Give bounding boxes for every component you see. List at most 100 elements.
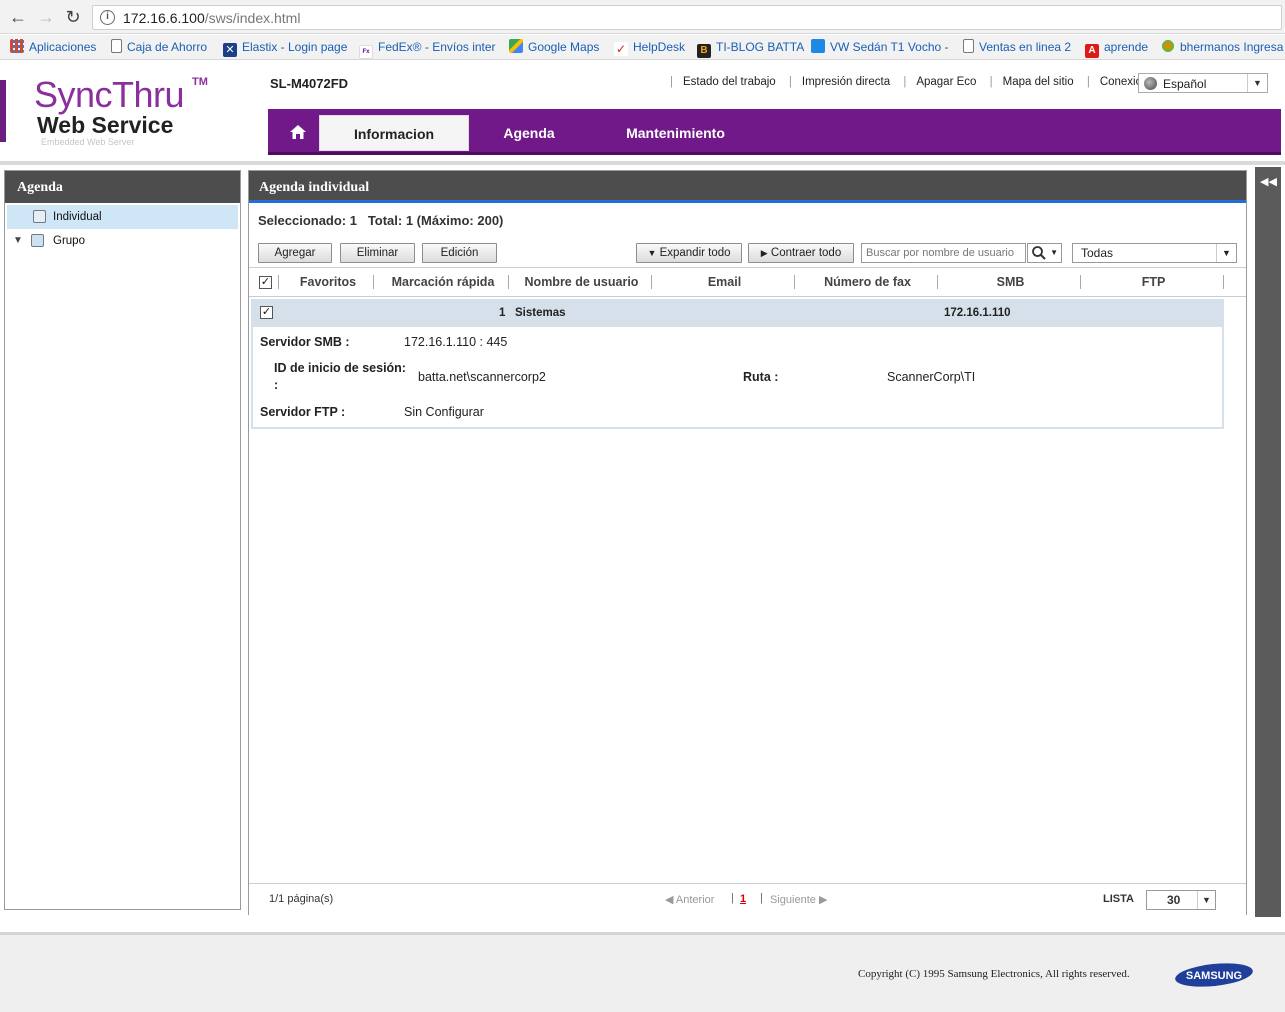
- col-ftp[interactable]: FTP: [1086, 268, 1221, 296]
- elastix-icon: ✕: [223, 43, 237, 57]
- next-page-link[interactable]: Siguiente ▶: [770, 893, 827, 906]
- row-checkbox[interactable]: ✓: [260, 306, 273, 319]
- row-detail: Servidor SMB : 172.16.1.110 : 445 ID de …: [251, 327, 1224, 429]
- tab-mantenimiento[interactable]: Mantenimiento: [608, 115, 743, 151]
- search-button[interactable]: ▼: [1027, 243, 1062, 263]
- chevron-down-icon: ▼: [1197, 891, 1215, 909]
- link-impresion-directa[interactable]: Impresión directa: [802, 76, 890, 88]
- chevron-right-icon: ▶: [818, 894, 828, 906]
- logo-accent-bar: [0, 80, 6, 142]
- bookmark-fedex[interactable]: Fx FedEx® - Envíos inter: [359, 39, 496, 59]
- selection-summary: Seleccionado: 1 Total: 1 (Máximo: 200): [258, 213, 504, 228]
- select-all-checkbox[interactable]: ✓: [259, 276, 272, 289]
- page-footer: Copyright (C) 1995 Samsung Electronics, …: [0, 932, 1285, 1012]
- search-icon: [1032, 246, 1046, 260]
- phone-book-icon: [33, 210, 46, 223]
- helpdesk-icon: ✓: [614, 42, 628, 56]
- path-label: Ruta :: [743, 370, 779, 384]
- url-text: 172.16.6.100/sws/index.html: [123, 10, 301, 26]
- reload-icon[interactable]: ↻: [63, 7, 83, 27]
- filter-select[interactable]: Todas ▼: [1072, 243, 1237, 263]
- col-marcacion-rapida[interactable]: Marcación rápida: [379, 268, 507, 296]
- col-nombre-usuario[interactable]: Nombre de usuario: [514, 268, 649, 296]
- logo-embedded: Embedded Web Server: [41, 137, 135, 147]
- main-tabs: Informacion Agenda Mantenimiento: [268, 109, 1281, 155]
- logo-syncthru: SyncThru: [34, 74, 185, 115]
- login-id-label-colon: :: [274, 378, 279, 392]
- info-icon[interactable]: i: [100, 10, 115, 25]
- smb-server-value: 172.16.1.110 : 445: [404, 335, 508, 349]
- fedex-icon: Fx: [359, 45, 373, 59]
- bookmark-ventas[interactable]: Ventas en linea 2: [963, 39, 1071, 56]
- triangle-right-icon: ▶: [760, 248, 768, 258]
- logo-web-service: Web Service: [37, 112, 174, 138]
- svg-text:SAMSUNG: SAMSUNG: [1186, 970, 1242, 982]
- chevron-down-icon: ▼: [1247, 74, 1267, 92]
- bookmarks-bar: Aplicaciones Caja de Ahorro ✕ Elastix - L…: [0, 35, 1285, 60]
- expand-triangle-icon[interactable]: ▼: [13, 229, 23, 253]
- bookmark-bhermanos[interactable]: bhermanos Ingresa: [1161, 39, 1283, 56]
- list-size-select[interactable]: 30 ▼: [1146, 890, 1216, 910]
- page-count: 1/1 página(s): [269, 893, 334, 905]
- collapse-panel-rail[interactable]: ◀◀: [1255, 167, 1281, 917]
- address-bar[interactable]: i 172.16.6.100/sws/index.html: [92, 5, 1282, 30]
- col-email[interactable]: Email: [657, 268, 792, 296]
- add-button[interactable]: Agregar: [258, 243, 332, 263]
- search-input[interactable]: Buscar por nombre de usuario: [861, 243, 1026, 263]
- copyright-text: Copyright (C) 1995 Samsung Electronics, …: [858, 968, 1130, 980]
- main-panel: Agenda individual Seleccionado: 1 Total:…: [248, 170, 1247, 915]
- bookmark-helpdesk[interactable]: ✓ HelpDesk: [614, 39, 685, 56]
- angular-icon: A: [1085, 44, 1099, 58]
- link-apagar-eco[interactable]: Apagar Eco: [916, 76, 976, 88]
- header-divider: [0, 161, 1285, 165]
- expand-all-button[interactable]: ▼ Expandir todo: [636, 243, 742, 263]
- link-estado-trabajo[interactable]: Estado del trabajo: [683, 76, 776, 88]
- gear-flower-icon: [1161, 39, 1175, 53]
- ftp-server-value: Sin Configurar: [404, 405, 484, 419]
- tab-informacion[interactable]: Informacion: [319, 115, 469, 151]
- back-arrow-icon[interactable]: ←: [8, 7, 28, 27]
- bookmark-elastix[interactable]: ✕ Elastix - Login page: [223, 39, 347, 57]
- home-icon[interactable]: [280, 115, 316, 149]
- top-links: | Estado del trabajo | Impresión directa |…: [670, 76, 1149, 88]
- col-favoritos[interactable]: Favoritos: [285, 268, 371, 296]
- blogger-icon: B: [697, 44, 711, 58]
- sidebar-item-grupo[interactable]: ▼ Grupo: [5, 229, 240, 253]
- list-size-label: LISTA: [1103, 893, 1134, 905]
- double-chevron-left-icon[interactable]: ◀◀: [1260, 175, 1277, 188]
- col-smb[interactable]: SMB: [943, 268, 1078, 296]
- globe-icon: [1144, 77, 1157, 90]
- bookmark-vw-sedan[interactable]: VW Sedán T1 Vocho -: [811, 39, 949, 56]
- sidebar: Agenda Individual ▼ Grupo: [4, 170, 241, 910]
- table-row[interactable]: ✓ 1 Sistemas 172.16.1.110: [251, 299, 1224, 327]
- language-select[interactable]: Español ▼: [1138, 73, 1268, 93]
- sidebar-title: Agenda: [5, 171, 240, 203]
- ftp-server-label: Servidor FTP :: [260, 405, 346, 419]
- bookmark-google-maps[interactable]: Google Maps: [509, 39, 599, 56]
- panel-title: Agenda individual: [249, 171, 1246, 203]
- table-header: ✓ Favoritos Marcación rápida Nombre de u…: [249, 267, 1246, 297]
- cell-smb: 172.16.1.110: [944, 307, 1011, 319]
- collapse-all-button[interactable]: ▶ Contraer todo: [748, 243, 854, 263]
- prev-page-link[interactable]: ◀ Anterior: [665, 893, 714, 906]
- tab-agenda[interactable]: Agenda: [484, 115, 574, 151]
- login-id-label: ID de inicio de sesión:: [274, 361, 406, 375]
- bookmark-ti-blog[interactable]: B TI-BLOG BATTA: [697, 39, 804, 58]
- forward-arrow-icon[interactable]: →: [36, 7, 56, 27]
- cell-speed-dial: 1: [499, 307, 506, 319]
- bookmark-caja-de-ahorro[interactable]: Caja de Ahorro: [111, 39, 207, 56]
- col-numero-fax[interactable]: Número de fax: [800, 268, 935, 296]
- edit-button[interactable]: Edición: [422, 243, 497, 263]
- triangle-down-icon: ▼: [647, 248, 657, 258]
- chevron-left-icon: ◀: [665, 894, 674, 906]
- sidebar-item-individual[interactable]: Individual: [7, 205, 238, 229]
- path-value: ScannerCorp\TI: [887, 370, 976, 384]
- browser-toolbar: ← → ↻ i 172.16.6.100/sws/index.html: [0, 0, 1285, 34]
- smb-server-label: Servidor SMB :: [260, 335, 350, 349]
- bookmark-apps[interactable]: Aplicaciones: [10, 39, 96, 56]
- bookmark-aprende[interactable]: Aaprende: [1085, 39, 1148, 58]
- current-page[interactable]: 1: [740, 893, 746, 905]
- delete-button[interactable]: Eliminar: [340, 243, 415, 263]
- link-mapa-sitio[interactable]: Mapa del sitio: [1003, 76, 1074, 88]
- maps-icon: [509, 39, 523, 53]
